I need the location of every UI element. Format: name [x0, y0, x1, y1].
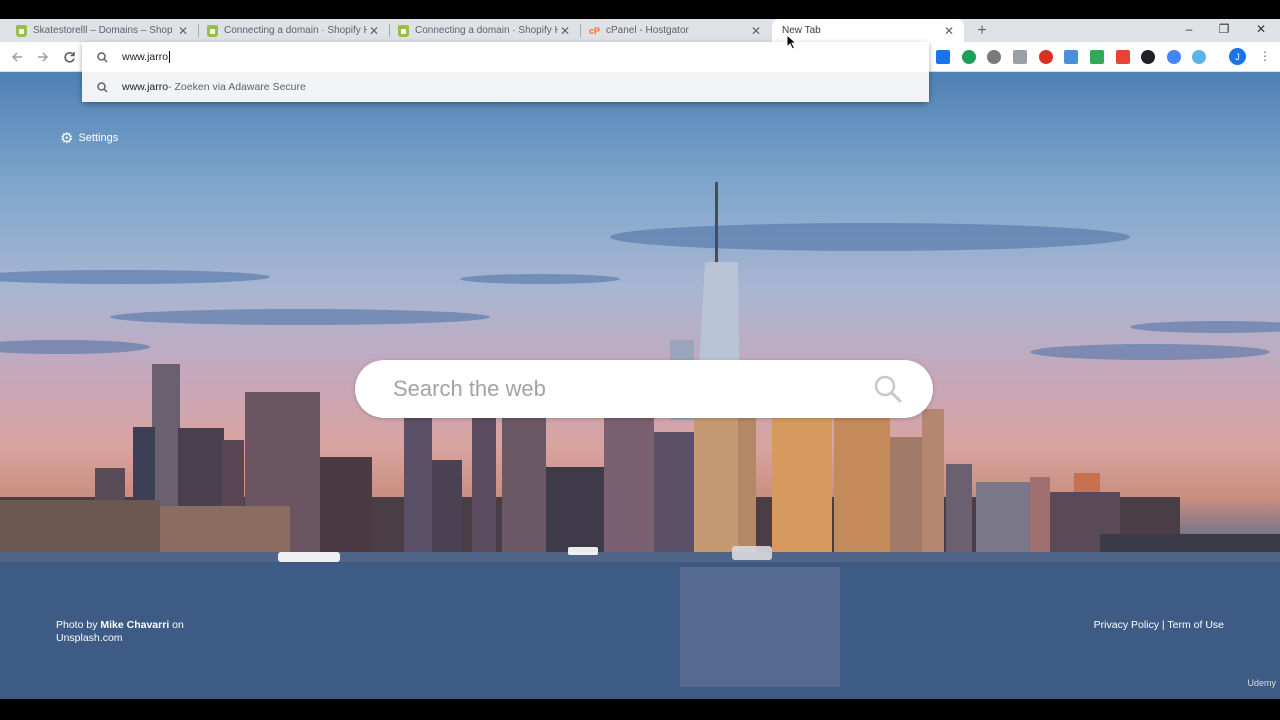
- photo-credit-on: on: [169, 619, 184, 631]
- tab-connecting-domain-1[interactable]: Connecting a domain · Shopify H ✕: [199, 19, 389, 42]
- search-icon[interactable]: [873, 374, 903, 404]
- shopify-icon: [398, 24, 409, 37]
- tab-skatestore[interactable]: Skatestorelll – Domains – Shop ✕: [8, 19, 198, 42]
- cpanel-icon: cP: [589, 25, 601, 36]
- omnibox-suggestion[interactable]: www.jarro - Zoeken via Adaware Secure: [82, 72, 929, 102]
- extension-icon[interactable]: [1090, 50, 1104, 64]
- settings-link[interactable]: ⚙ Settings: [60, 129, 118, 147]
- shopify-icon: [207, 24, 218, 37]
- search-icon: [82, 51, 122, 63]
- search-input[interactable]: Search the web: [393, 376, 546, 402]
- suggestion-query: www.jarro: [122, 81, 169, 93]
- tab-title: New Tab: [782, 25, 821, 36]
- arrow-right-icon: [38, 52, 49, 62]
- tab-cpanel[interactable]: cP cPanel - Hostgator ✕: [581, 19, 771, 42]
- close-icon[interactable]: ✕: [176, 24, 190, 38]
- extension-icon[interactable]: [987, 50, 1001, 64]
- tab-new-tab[interactable]: New Tab ✕: [772, 19, 964, 42]
- grammarly-extension-icon[interactable]: [962, 50, 976, 64]
- minimize-button[interactable]: –: [1174, 19, 1204, 39]
- extension-icon[interactable]: [1116, 50, 1130, 64]
- extension-icon[interactable]: [1167, 50, 1181, 64]
- privacy-policy-link[interactable]: Privacy Policy: [1094, 619, 1159, 631]
- extension-icon[interactable]: [1064, 50, 1078, 64]
- download-extension-icon[interactable]: [936, 50, 950, 64]
- shopify-icon: [16, 24, 27, 37]
- arrow-left-icon: [11, 52, 22, 62]
- unsplash-link[interactable]: Unsplash.com: [56, 632, 123, 644]
- close-icon[interactable]: ✕: [367, 24, 381, 38]
- photo-author-link[interactable]: Mike Chavarri: [100, 619, 169, 631]
- extension-icon[interactable]: [1192, 50, 1206, 64]
- omnibox-dropdown: www.jarro www.jarro - Zoeken via Adaware…: [82, 42, 929, 102]
- new-tab-page: ⚙ Settings Search the web Photo by Mike …: [0, 72, 1280, 699]
- close-icon[interactable]: ✕: [942, 24, 956, 38]
- udemy-watermark: Udemy: [1247, 678, 1276, 688]
- tab-title: Skatestorelll – Domains – Shop: [33, 25, 173, 36]
- close-icon[interactable]: ✕: [749, 24, 763, 38]
- menu-icon[interactable]: ⋮: [1259, 49, 1271, 63]
- letterbox-bottom: [0, 699, 1280, 720]
- tab-strip: Skatestorelll – Domains – Shop ✕ Connect…: [0, 19, 1280, 42]
- arrow-down-extension-icon[interactable]: [1013, 50, 1027, 64]
- reload-icon: [63, 51, 75, 63]
- tab-title: cPanel - Hostgator: [606, 25, 689, 36]
- profile-avatar[interactable]: J: [1229, 48, 1246, 65]
- photo-credit-prefix: Photo by: [56, 619, 101, 631]
- tab-title: Connecting a domain · Shopify H: [224, 25, 367, 36]
- gear-icon: ⚙: [60, 130, 74, 147]
- forward-button[interactable]: [33, 47, 53, 67]
- address-bar[interactable]: www.jarro: [82, 42, 929, 72]
- back-button[interactable]: [7, 47, 27, 67]
- letterbox-top: [0, 0, 1280, 19]
- mouse-cursor-icon: [786, 34, 798, 50]
- adblock-extension-icon[interactable]: [1039, 50, 1053, 64]
- terms-of-use-link[interactable]: Term of Use: [1167, 619, 1224, 631]
- reload-button[interactable]: [59, 47, 79, 67]
- extension-icon[interactable]: [1141, 50, 1155, 64]
- search-icon: [82, 81, 122, 93]
- screen: Skatestorelll – Domains – Shop ✕ Connect…: [0, 0, 1280, 720]
- new-tab-button[interactable]: +: [972, 19, 992, 42]
- settings-label: Settings: [78, 132, 119, 144]
- close-window-button[interactable]: ✕: [1246, 19, 1276, 39]
- address-input[interactable]: www.jarro: [122, 51, 168, 63]
- suggestion-suffix: - Zoeken via Adaware Secure: [168, 81, 306, 93]
- photo-credit: Photo by Mike Chavarri on Unsplash.com: [56, 619, 184, 645]
- maximize-button[interactable]: ❐: [1209, 19, 1239, 39]
- legal-links: Privacy Policy | Term of Use: [1094, 619, 1224, 631]
- tab-connecting-domain-2[interactable]: Connecting a domain · Shopify H ✕: [390, 19, 580, 42]
- text-caret: [169, 51, 171, 63]
- close-icon[interactable]: ✕: [558, 24, 572, 38]
- tab-title: Connecting a domain · Shopify H: [415, 25, 558, 36]
- web-search-box[interactable]: Search the web: [355, 360, 933, 418]
